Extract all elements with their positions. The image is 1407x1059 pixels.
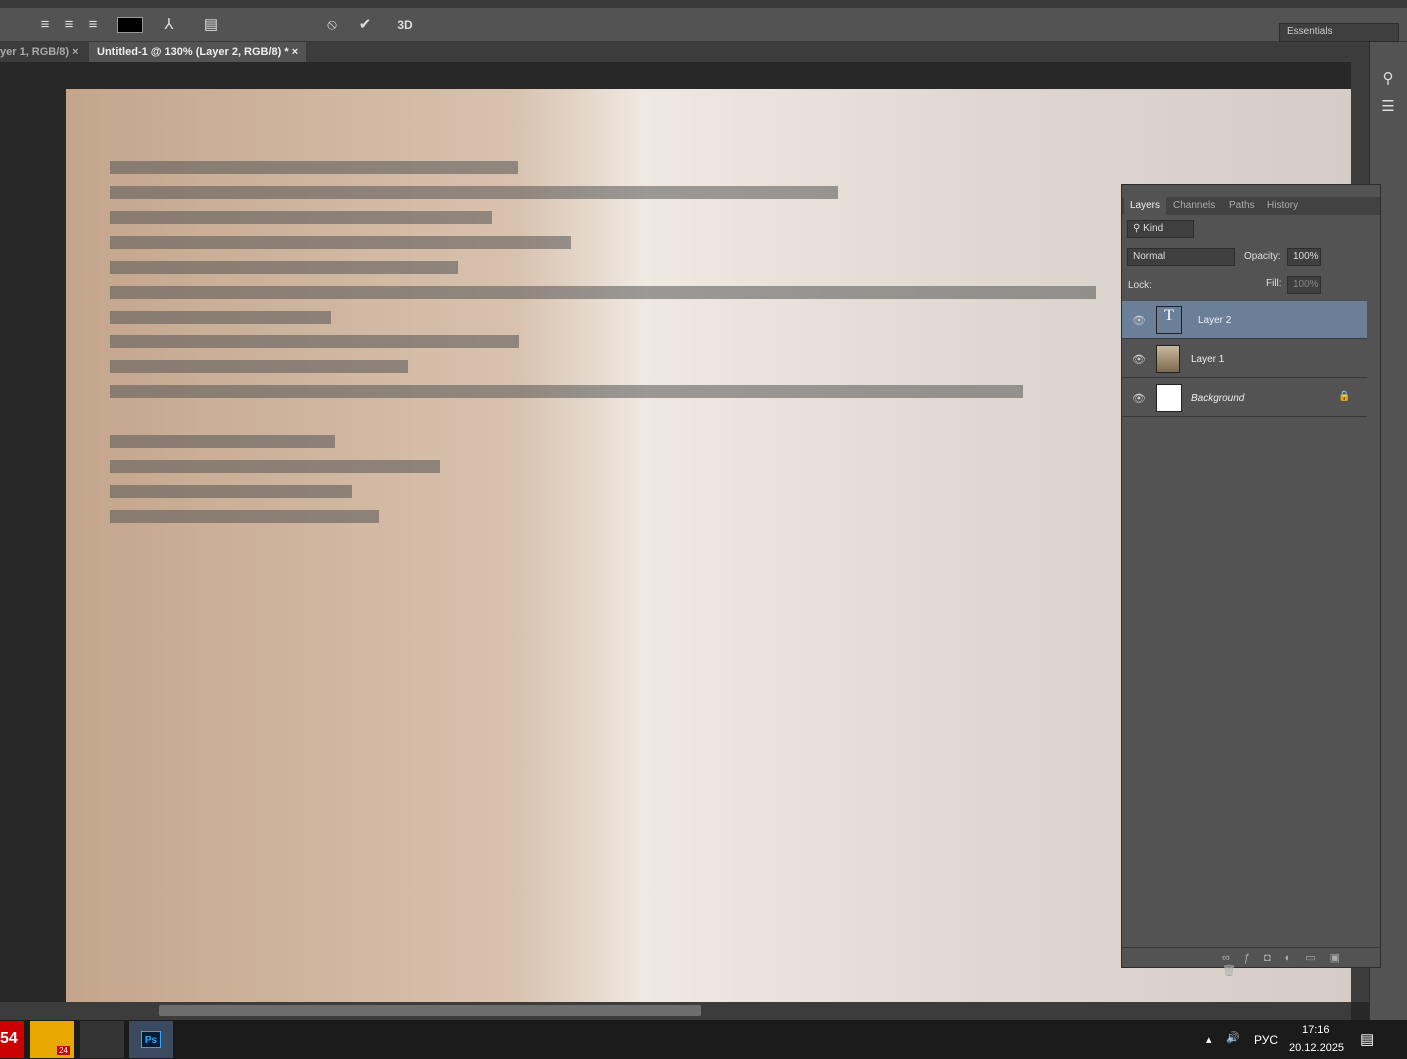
redacted-text-line [110, 510, 379, 523]
horizontal-scroll-thumb[interactable] [159, 1005, 701, 1016]
taskbar: 54 24 Ps ▴ 🔊 РУС 17:16 20.12.2025 ▤ [0, 1020, 1407, 1059]
tab-history[interactable]: History [1261, 197, 1304, 215]
fill-label: Fill: [1266, 278, 1282, 289]
tray-expand-icon[interactable]: ▴ [1206, 1033, 1212, 1046]
redacted-text-line [110, 485, 352, 498]
character-panel-icon[interactable]: ▤ [202, 16, 220, 34]
redacted-text-line [110, 311, 331, 324]
layer-row-background[interactable]: 👁 Background 🔒 [1122, 379, 1367, 417]
redacted-text-line [110, 335, 519, 348]
layer-row-layer-1[interactable]: 👁 Layer 1 [1122, 340, 1367, 378]
text-color-swatch[interactable] [117, 17, 143, 33]
tab-layers[interactable]: Layers [1124, 197, 1167, 215]
taskbar-app[interactable] [80, 1021, 124, 1058]
workspace-select[interactable]: Essentials [1279, 23, 1399, 42]
cancel-icon[interactable]: ⦸ [323, 16, 341, 34]
adjustments-icon[interactable]: ☰ [1379, 98, 1397, 116]
tab-paths[interactable]: Paths [1223, 197, 1261, 215]
document-tabs: yer 1, RGB/8) × Untitled-1 @ 130% (Layer… [0, 42, 1369, 62]
3d-button[interactable]: 3D [396, 16, 414, 34]
layer-thumbnail [1156, 384, 1182, 412]
fill-input[interactable]: 100% [1287, 276, 1321, 294]
taskbar-photoshop[interactable]: Ps [129, 1021, 173, 1058]
redacted-text-line [110, 261, 458, 274]
redacted-text-line [110, 435, 335, 448]
tab-layer1[interactable]: yer 1, RGB/8) × [0, 42, 87, 62]
language-indicator[interactable]: РУС [1254, 1033, 1278, 1047]
layer-name: Layer 2 [1198, 315, 1232, 326]
opacity-input[interactable]: 100% [1287, 248, 1321, 266]
tab-channels[interactable]: Channels [1167, 197, 1221, 215]
eye-icon[interactable]: 👁 [1132, 392, 1146, 405]
redacted-text-line [110, 186, 838, 199]
redacted-text-line [110, 236, 571, 249]
notification-badge: 24 [57, 1046, 70, 1055]
align-center-icon[interactable]: ≡ [60, 16, 78, 34]
lock-label: Lock: [1128, 280, 1152, 291]
warp-text-icon[interactable]: ⅄ [160, 16, 178, 34]
align-right-icon[interactable]: ≡ [84, 16, 102, 34]
eye-icon[interactable]: 👁 [1132, 353, 1146, 366]
layer-actions-bar[interactable]: ∞ƒ◘◐▭▣🗑 [1122, 947, 1380, 977]
filter-kind-select[interactable]: ⚲ Kind [1127, 220, 1194, 238]
lock-icon: 🔒 [1338, 391, 1351, 402]
opacity-label: Opacity: [1244, 251, 1281, 262]
options-bar: ≡ ≡ ≡ ⅄ ▤ ⦸ ✔ 3D Essentials [0, 0, 1407, 42]
tab-untitled-1[interactable]: Untitled-1 @ 130% (Layer 2, RGB/8) * × [89, 42, 307, 62]
layers-panel: Layers Channels Paths History ⚲ Kind Nor… [1121, 184, 1381, 977]
layer-name: Layer 1 [1191, 354, 1225, 365]
redacted-text-line [110, 161, 518, 174]
clock-date[interactable]: 20.12.2025 [1289, 1042, 1344, 1054]
volume-icon[interactable]: 🔊 [1226, 1031, 1240, 1044]
taskbar-app[interactable]: 54 [0, 1021, 24, 1058]
layer-row-layer-2[interactable]: 👁 T Layer 2 [1122, 301, 1367, 339]
redacted-text-line [110, 360, 408, 373]
layer-name: Background [1191, 393, 1245, 404]
layer-thumbnail [1156, 345, 1180, 373]
redacted-text-line [110, 385, 1023, 398]
text-layer-icon: T [1156, 306, 1182, 334]
blend-mode-select[interactable]: Normal [1127, 248, 1235, 266]
brush-tool-icon[interactable]: ⚲ [1379, 70, 1397, 88]
redacted-text-line [110, 211, 492, 224]
redacted-text-line [110, 286, 1096, 299]
align-left-icon[interactable]: ≡ [36, 16, 54, 34]
notifications-icon[interactable]: ▤ [1360, 1030, 1374, 1048]
clock-time[interactable]: 17:16 [1302, 1024, 1330, 1036]
commit-icon[interactable]: ✔ [356, 16, 374, 34]
taskbar-app-badge[interactable]: 24 [30, 1021, 74, 1058]
eye-icon[interactable]: 👁 [1132, 314, 1146, 327]
redacted-text-line [110, 460, 440, 473]
